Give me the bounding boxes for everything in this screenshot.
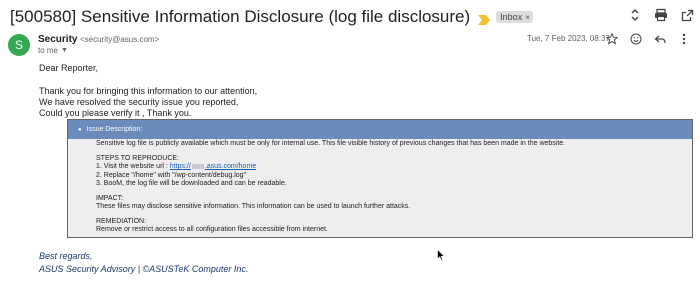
step-1-prefix: 1. Visit the website url :: [96, 163, 170, 170]
issue-header: ● Issue Description:: [68, 120, 692, 139]
reply-icon[interactable]: [654, 33, 666, 45]
step-2: 2. Replace "/home" with "/wp-content/deb…: [96, 171, 247, 179]
message-actions: [606, 33, 690, 45]
importance-marker-icon[interactable]: [478, 12, 491, 25]
body-line-1: Thank you for bringing this information …: [39, 86, 258, 96]
issue-summary: Sensitive log file is publicly available…: [96, 140, 566, 147]
redacted-block: [191, 163, 204, 169]
steps-title: STEPS TO REPRODUCE:: [96, 154, 179, 162]
impact-text: These files may disclose sensitive infor…: [96, 203, 411, 210]
email-date: Tue, 7 Feb 2023, 08:37: [527, 34, 610, 43]
mouse-cursor-icon: [437, 248, 446, 261]
sender-line: Security <security@asus.com>: [38, 34, 159, 45]
step-1-link-part-b: .asus.com/home: [204, 163, 257, 170]
remove-label-icon[interactable]: ×: [525, 13, 530, 22]
recipient-text: to me: [38, 46, 59, 55]
subject-row: [500580] Sensitive Information Disclosur…: [10, 6, 700, 28]
open-in-new-window-icon[interactable]: [680, 8, 694, 22]
remediation-title: REMEDIATION:: [96, 217, 147, 225]
issue-content: Sensitive log file is publicly available…: [96, 140, 684, 235]
inbox-label-chip[interactable]: Inbox ×: [496, 11, 533, 23]
email-subject: [500580] Sensitive Information Disclosur…: [10, 7, 471, 26]
step-1-link[interactable]: https:// .asus.com/home: [170, 163, 256, 170]
chevron-down-icon[interactable]: ▼: [61, 47, 68, 54]
thread-actions: [628, 8, 694, 22]
sender-email: <security@asus.com>: [79, 35, 160, 44]
remediation-text: Remove or restrict access to all configu…: [96, 226, 328, 233]
star-icon[interactable]: [606, 33, 618, 45]
print-icon[interactable]: [654, 8, 668, 22]
signature-line-1: Best regards,: [39, 251, 93, 261]
step-1: 1. Visit the website url : https:// .asus…: [96, 163, 684, 172]
sender-avatar[interactable]: S: [8, 34, 30, 56]
signature-line-2: ASUS Security Advisory | ©ASUSTeK Comput…: [39, 264, 249, 274]
step-3: 3. BooM, the log file will be downloaded…: [96, 180, 287, 187]
body-line-2: We have resolved the security issue you …: [39, 97, 239, 107]
emoji-icon[interactable]: [630, 33, 642, 45]
bullet-icon: ●: [78, 126, 82, 133]
recipient-details-toggle[interactable]: to me ▼: [38, 46, 68, 55]
sender-name[interactable]: Security: [38, 34, 77, 45]
issue-description-box: ● Issue Description: Sensitive log file …: [67, 119, 693, 238]
step-1-link-part-a: https://: [169, 163, 191, 170]
inbox-label-text: Inbox: [500, 12, 523, 22]
expand-collapse-icon[interactable]: [628, 8, 642, 22]
greeting-text: Dear Reporter,: [39, 63, 99, 73]
body-line-3: Could you please verify it , Thank you.: [39, 108, 192, 118]
more-vertical-icon[interactable]: [678, 33, 690, 45]
impact-title: IMPACT:: [96, 194, 124, 202]
issue-header-text: Issue Description:: [86, 126, 143, 133]
